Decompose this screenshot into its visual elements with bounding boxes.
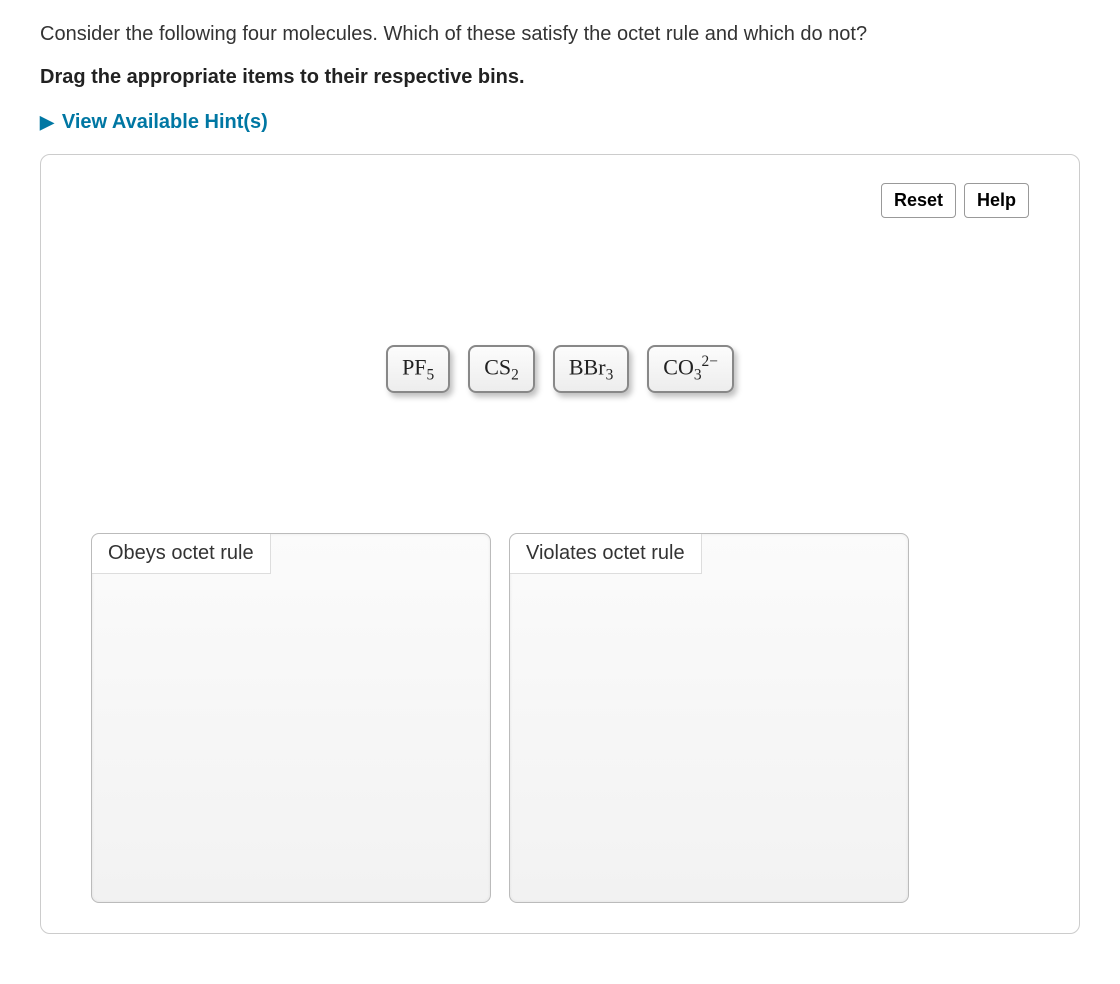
molecule-sub: 5: [427, 367, 435, 384]
hints-toggle[interactable]: ▶ View Available Hint(s): [40, 111, 1080, 134]
molecules-row: PF5 CS2 BBr3 CO32−: [71, 345, 1049, 393]
molecule-base: CO: [663, 354, 694, 379]
molecule-sub: 3: [606, 367, 614, 384]
caret-right-icon: ▶: [40, 112, 54, 133]
bins-row: Obeys octet rule Violates octet rule: [71, 533, 1049, 903]
molecule-base: PF: [402, 354, 426, 379]
molecule-chip-bbr3[interactable]: BBr3: [553, 345, 629, 393]
activity-panel: Reset Help PF5 CS2 BBr3 CO32− Obeys octe…: [40, 154, 1080, 934]
reset-button[interactable]: Reset: [881, 183, 956, 218]
toolbar: Reset Help: [881, 183, 1029, 218]
molecule-base: CS: [484, 354, 511, 379]
bin-obeys-label: Obeys octet rule: [92, 534, 271, 574]
molecule-sub: 2: [511, 367, 519, 384]
molecule-chip-cs2[interactable]: CS2: [468, 345, 535, 393]
molecule-sub: 3: [694, 367, 702, 384]
help-button[interactable]: Help: [964, 183, 1029, 218]
hints-label: View Available Hint(s): [62, 111, 268, 134]
bin-obeys[interactable]: Obeys octet rule: [91, 533, 491, 903]
molecule-chip-pf5[interactable]: PF5: [386, 345, 450, 393]
question-text: Consider the following four molecules. W…: [40, 20, 1080, 48]
bin-violates-label: Violates octet rule: [510, 534, 702, 574]
bin-violates[interactable]: Violates octet rule: [509, 533, 909, 903]
molecule-chip-co3[interactable]: CO32−: [647, 345, 734, 393]
instruction-text: Drag the appropriate items to their resp…: [40, 66, 1080, 89]
molecule-sup: 2−: [702, 353, 718, 370]
molecule-base: BBr: [569, 354, 606, 379]
